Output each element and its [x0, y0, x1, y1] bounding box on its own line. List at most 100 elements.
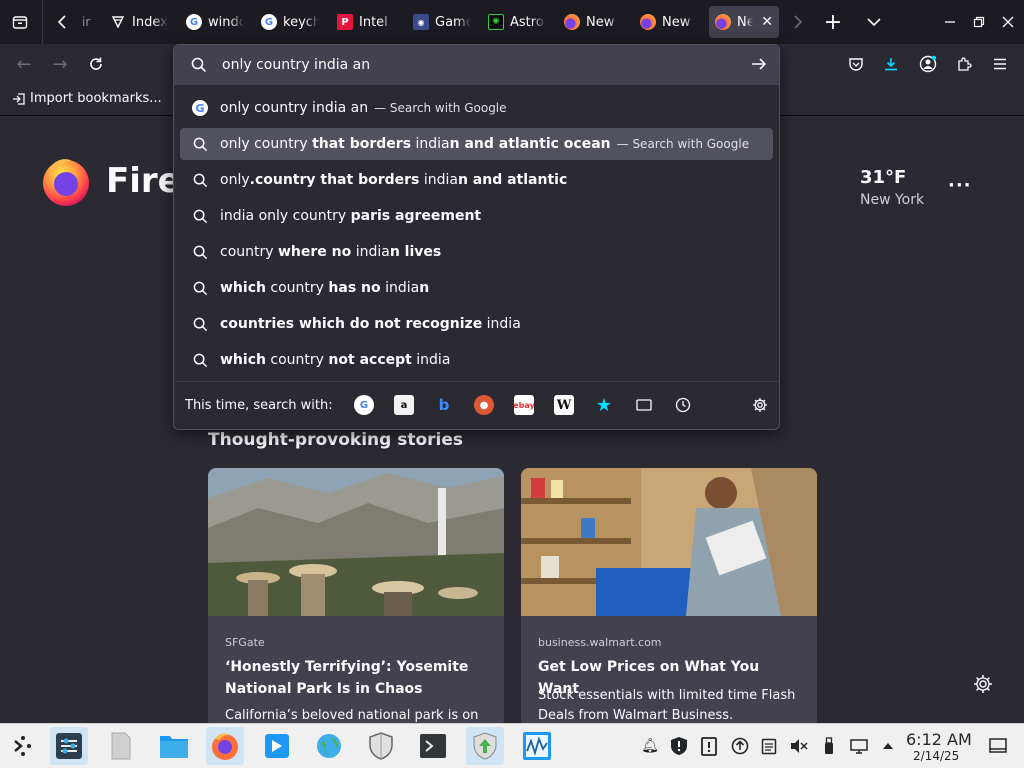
- taskbar-security-app[interactable]: [362, 727, 400, 765]
- updates-tray-icon[interactable]: [730, 736, 750, 756]
- bell-icon: 🔔︎: [641, 738, 659, 754]
- suggestion-text-part: india: [482, 316, 521, 332]
- weather-menu-button[interactable]: ···: [948, 175, 972, 196]
- new-tab-button[interactable]: +: [819, 8, 847, 36]
- extensions-button[interactable]: [950, 50, 978, 78]
- suggestion-row[interactable]: country where no indian lives: [180, 236, 773, 268]
- tab-label: New: [586, 14, 615, 30]
- chevron-up-icon: [883, 743, 893, 749]
- suggestion-text-part: only: [220, 172, 250, 188]
- monitor-graph-icon: [523, 732, 551, 760]
- taskbar-system-monitor[interactable]: [518, 727, 556, 765]
- story-headline: ‘Honestly Terrifying’: Yosemite National…: [225, 659, 469, 697]
- story-image-walmart: [521, 468, 817, 616]
- reload-button[interactable]: [82, 50, 110, 78]
- network-tray-icon[interactable]: [849, 736, 869, 756]
- firefox-view-icon: [12, 16, 28, 29]
- suggestion-row[interactable]: countries which do not recognize india: [180, 308, 773, 340]
- tab-partial[interactable]: ir: [76, 6, 102, 38]
- tab-scroll-left-button[interactable]: [48, 8, 76, 36]
- tab-astro[interactable]: ✺ Astro: [482, 6, 552, 38]
- suggestion-row[interactable]: which country not accept india: [180, 344, 773, 376]
- clock-time[interactable]: 6:12 AM: [906, 730, 972, 749]
- notifications-tray-icon[interactable]: 🔔︎: [640, 736, 660, 756]
- google-icon: G: [186, 14, 202, 30]
- taskbar-discover[interactable]: [258, 727, 296, 765]
- bookmarks-engine-button[interactable]: ★: [594, 395, 614, 416]
- suggestion-row[interactable]: india only country paris agreement: [180, 200, 773, 232]
- tray-expand-button[interactable]: [878, 736, 898, 756]
- history-engine-button[interactable]: [673, 395, 693, 415]
- security-tray-icon[interactable]: [669, 736, 689, 756]
- application-launcher[interactable]: [3, 727, 41, 765]
- close-tab-icon[interactable]: ✕: [761, 14, 773, 30]
- taskbar-network-app[interactable]: [310, 727, 348, 765]
- restore-button[interactable]: [965, 8, 993, 36]
- google-icon: G: [359, 399, 369, 411]
- suggestion-row[interactable]: only.country that borders indian and atl…: [180, 164, 773, 196]
- url-bar-popup: Gonly country india an— Search with Goog…: [173, 44, 780, 430]
- tab-games[interactable]: ◉ Games: [407, 6, 477, 38]
- tab-keychain[interactable]: G keychain: [255, 6, 325, 38]
- bing-engine-button[interactable]: b: [434, 395, 454, 415]
- suggestion-row[interactable]: only country that borders indian and atl…: [180, 128, 773, 160]
- taskbar-firefox[interactable]: [206, 727, 244, 765]
- app-menu-button[interactable]: [986, 50, 1014, 78]
- alert-tray-icon[interactable]: [699, 736, 719, 756]
- import-bookmarks-button[interactable]: Import bookmarks...: [12, 91, 162, 106]
- suggestion-row[interactable]: which country has no indian: [180, 272, 773, 304]
- shield-alert-icon: [671, 737, 687, 755]
- tab-intel[interactable]: P Intel: [331, 6, 401, 38]
- suggestion-text-part: n: [419, 280, 430, 296]
- duckduckgo-engine-button[interactable]: ●: [474, 395, 494, 415]
- taskbar-terminal[interactable]: [414, 727, 452, 765]
- clipboard-tray-icon[interactable]: [759, 736, 779, 756]
- bing-icon: b: [438, 396, 450, 414]
- tab-windows[interactable]: G windows: [180, 6, 250, 38]
- tab-new-active[interactable]: New ✕: [709, 6, 779, 38]
- weather-temperature: 31°F: [860, 167, 907, 188]
- ebay-engine-button[interactable]: ebay: [513, 395, 535, 415]
- account-button[interactable]: [914, 50, 942, 78]
- amazon-engine-button[interactable]: a: [394, 395, 414, 415]
- tab-new-2[interactable]: New: [634, 6, 704, 38]
- device-tray-icon[interactable]: [819, 736, 839, 756]
- taskbar-system-settings[interactable]: [50, 727, 88, 765]
- astro-icon: ✺: [488, 14, 504, 30]
- google-engine-button[interactable]: G: [354, 395, 374, 415]
- go-button[interactable]: [750, 55, 768, 77]
- newtab-settings-button[interactable]: [972, 673, 994, 695]
- suggestion-text-part: n and atlantic: [457, 172, 568, 188]
- suggestion-text-part: not accept: [328, 352, 412, 368]
- suggestion-text-part: country: [220, 244, 278, 260]
- taskbar-file-manager[interactable]: [155, 727, 193, 765]
- pocket-button[interactable]: [842, 50, 870, 78]
- wikipedia-engine-button[interactable]: W: [554, 395, 574, 415]
- tabstrip-divider: [42, 0, 43, 44]
- tab-new-1[interactable]: New: [558, 6, 628, 38]
- suggestion-row[interactable]: Gonly country india an — Search with Goog…: [180, 92, 773, 124]
- volume-tray-icon[interactable]: [789, 736, 809, 756]
- close-window-button[interactable]: [994, 8, 1022, 36]
- tab-scroll-right-button[interactable]: [784, 8, 812, 36]
- minimize-button[interactable]: [936, 8, 964, 36]
- suggestion-text: india only country paris agreement: [220, 208, 481, 224]
- pocket-icon: [849, 58, 863, 71]
- weather-city: New York: [860, 192, 925, 208]
- arrow-right-icon: [752, 58, 767, 70]
- firefox-view-button[interactable]: [6, 8, 34, 36]
- story-card[interactable]: SFGate ‘Honestly Terrifying’: Yosemite N…: [208, 468, 504, 728]
- download-icon: [885, 58, 897, 71]
- taskbar-update-app[interactable]: [466, 727, 504, 765]
- tabs-engine-button[interactable]: [634, 395, 654, 415]
- taskbar-file-icon[interactable]: [102, 727, 140, 765]
- forward-button[interactable]: →: [46, 50, 74, 78]
- downloads-button[interactable]: [877, 50, 905, 78]
- show-desktop-button[interactable]: [988, 736, 1008, 756]
- story-card[interactable]: business.walmart.com Get Low Prices on W…: [521, 468, 817, 728]
- list-all-tabs-button[interactable]: [860, 8, 888, 36]
- url-input[interactable]: [222, 54, 742, 76]
- back-button[interactable]: ←: [10, 50, 38, 78]
- tab-index[interactable]: Index: [104, 6, 174, 38]
- search-settings-button[interactable]: [750, 395, 770, 415]
